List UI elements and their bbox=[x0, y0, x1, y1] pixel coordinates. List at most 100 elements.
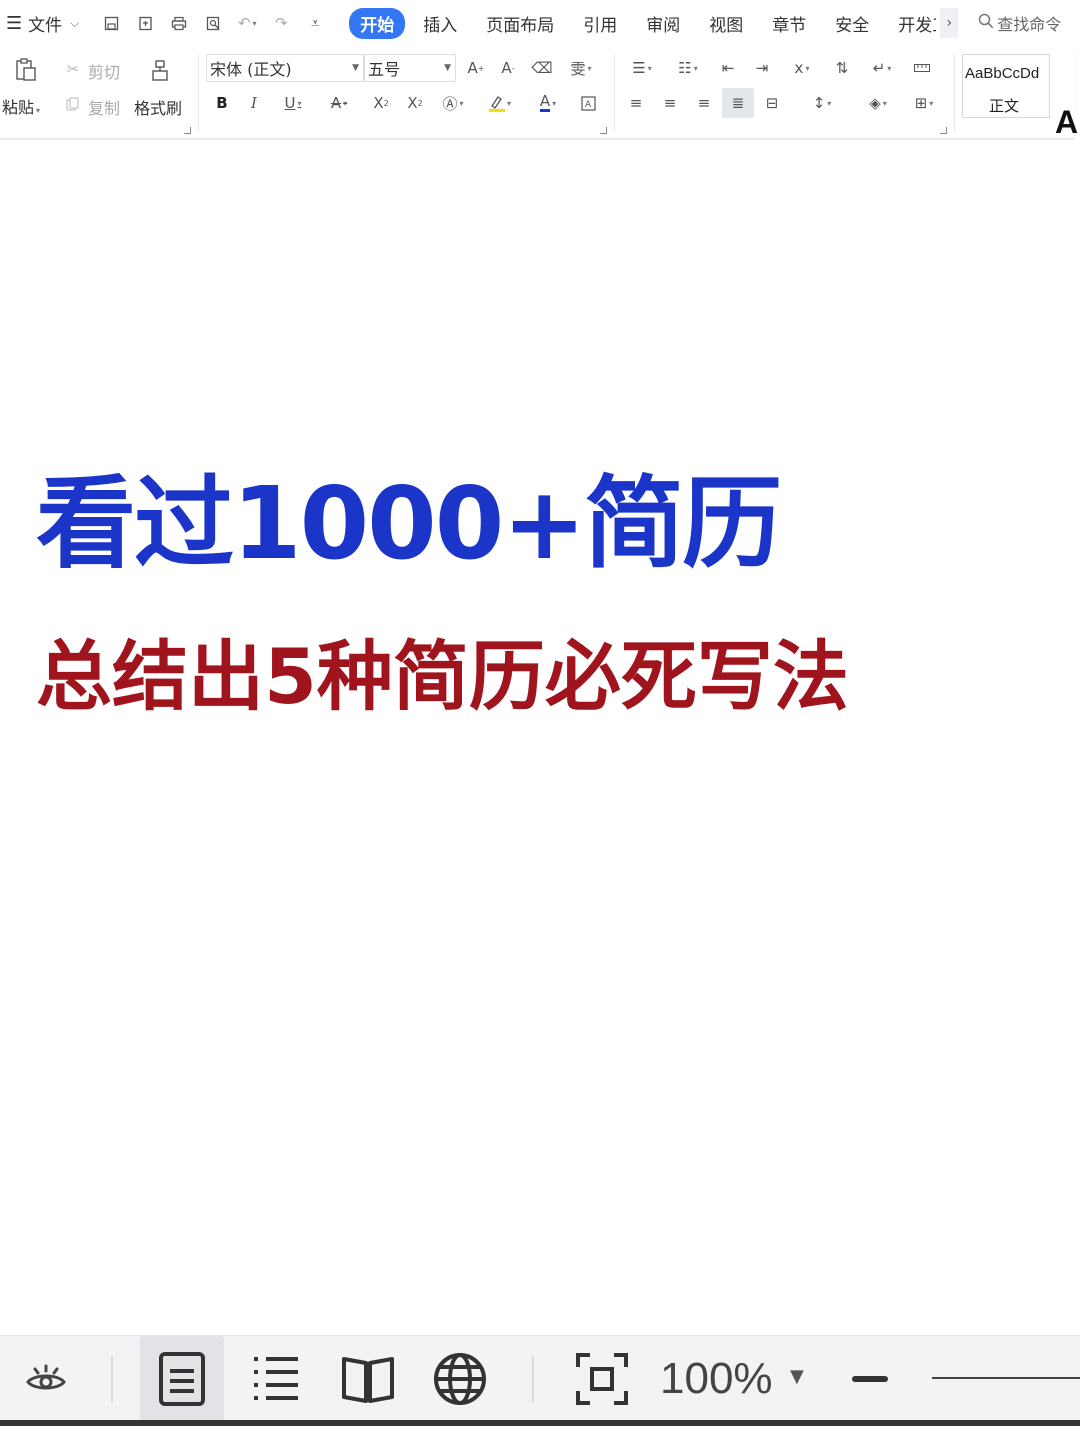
command-search-placeholder: 查找命令 bbox=[997, 15, 1062, 34]
customize-toolbar-icon[interactable]: ⩡ bbox=[303, 11, 327, 35]
zoom-out-icon[interactable] bbox=[852, 1376, 888, 1382]
highlight-icon[interactable]: ▾ bbox=[484, 92, 516, 114]
tab-review[interactable]: 审阅 bbox=[646, 11, 680, 36]
tab-insert[interactable]: 插入 bbox=[423, 11, 457, 36]
tab-references[interactable]: 引用 bbox=[583, 11, 617, 36]
document-page[interactable]: 看过1000+简历 总结出5种简历必死写法 bbox=[0, 140, 1080, 1330]
bold-icon[interactable]: B bbox=[212, 92, 232, 114]
chinese-layout-icon[interactable]: ⅹ ▾ bbox=[786, 58, 818, 78]
clipboard-group: 粘贴 ▾ ✂ 剪切 复制 格式刷 bbox=[0, 48, 196, 138]
style-sample: AaBbCcDd bbox=[965, 65, 1040, 82]
font-group: 宋体 (正文) ▼ 五号 ▼ A + A- ⌫ 雯 ▾ B I U ▾ A ▾ X2 X… bbox=[200, 48, 612, 138]
ribbon-tabs: 开始 插入 页面布局 引用 审阅 视图 章节 安全 开发工具 › bbox=[349, 7, 978, 39]
ribbon-separator bbox=[614, 54, 615, 132]
window-bottom-edge bbox=[0, 1420, 1080, 1426]
print-icon[interactable] bbox=[167, 11, 191, 35]
dropdown-arrow-icon: ▼ bbox=[352, 63, 359, 73]
scissors-icon: ✂ bbox=[66, 60, 80, 78]
more-tabs-chevron-icon[interactable]: › bbox=[940, 8, 959, 38]
zoom-level[interactable]: 100% bbox=[660, 1354, 773, 1404]
redo-icon[interactable]: ↷ bbox=[269, 11, 293, 35]
dropdown-arrow-icon: ▼ bbox=[444, 63, 451, 73]
quick-access-toolbar: ↶ ▾ ↷ ⩡ bbox=[99, 11, 337, 35]
zoom-dropdown-icon[interactable]: ▼ bbox=[790, 1366, 804, 1387]
char-border-icon[interactable]: A bbox=[578, 92, 598, 114]
eye-protection-icon[interactable] bbox=[20, 1336, 72, 1421]
zoom-slider[interactable] bbox=[932, 1377, 1080, 1379]
grow-font-icon[interactable]: A + bbox=[466, 58, 486, 78]
paragraph-group-launcher[interactable] bbox=[940, 127, 947, 134]
superscript-icon[interactable]: X2 bbox=[370, 92, 392, 114]
undo-icon[interactable]: ↶ ▾ bbox=[235, 11, 259, 35]
outline-view-icon[interactable] bbox=[244, 1336, 308, 1421]
font-group-launcher[interactable] bbox=[600, 127, 607, 134]
command-search[interactable]: 查找命令 bbox=[978, 11, 1061, 35]
tab-security[interactable]: 安全 bbox=[835, 11, 869, 36]
file-menu-label: 文件 bbox=[28, 15, 63, 36]
svg-text:A: A bbox=[585, 100, 592, 110]
status-separator bbox=[111, 1356, 113, 1402]
borders-icon[interactable]: ⊞ ▾ bbox=[908, 92, 940, 114]
phonetic-guide-icon[interactable]: 雯 ▾ bbox=[566, 58, 596, 78]
tab-chapter[interactable]: 章节 bbox=[772, 11, 806, 36]
paste-button[interactable]: 粘贴 ▾ bbox=[2, 94, 40, 118]
font-size-value: 五号 bbox=[368, 60, 401, 79]
format-painter-button[interactable]: 格式刷 bbox=[134, 95, 182, 119]
chevron-down-icon: ⌵ bbox=[70, 15, 80, 30]
paragraph-group: ☰ ▾ ☷ ▾ ⇤ ⇥ ⅹ ▾ ⇅ ↵ ▾ ≡ ≡ ≡ ≣ ⊟ ↕ ▾ ◈ ▾ ⊞ ▾ bbox=[616, 48, 952, 138]
justify-icon[interactable]: ≣ bbox=[722, 88, 754, 118]
underline-icon[interactable]: U ▾ bbox=[278, 92, 308, 114]
web-view-icon[interactable] bbox=[428, 1336, 492, 1421]
clear-format-icon[interactable]: ⌫ bbox=[531, 58, 552, 78]
shading-icon[interactable]: ◈ ▾ bbox=[862, 92, 894, 114]
bullet-list-icon[interactable]: ☰ ▾ bbox=[626, 58, 658, 78]
italic-icon[interactable]: I bbox=[244, 92, 264, 114]
copy-button[interactable]: 复制 bbox=[88, 95, 120, 119]
align-center-icon[interactable]: ≡ bbox=[660, 92, 680, 114]
ruler-icon[interactable] bbox=[912, 58, 932, 78]
show-marks-icon[interactable]: ↵ ▾ bbox=[866, 58, 898, 78]
distributed-align-icon[interactable]: ⊟ bbox=[762, 92, 782, 114]
tab-page-layout[interactable]: 页面布局 bbox=[486, 11, 554, 36]
align-right-icon[interactable]: ≡ bbox=[694, 92, 714, 114]
font-size-select[interactable]: 五号 ▼ bbox=[364, 54, 456, 82]
reading-view-icon[interactable] bbox=[336, 1336, 400, 1421]
ribbon-separator bbox=[198, 54, 199, 132]
font-color-icon[interactable]: A ▾ bbox=[532, 92, 564, 114]
page-view-icon[interactable] bbox=[140, 1336, 224, 1421]
increase-indent-icon[interactable]: ⇥ bbox=[752, 58, 772, 78]
fit-page-icon[interactable] bbox=[570, 1336, 634, 1421]
subscript-icon[interactable]: X2 bbox=[404, 92, 426, 114]
format-painter-icon[interactable] bbox=[148, 58, 172, 84]
file-menu[interactable]: ☰ 文件 ⌵ bbox=[6, 11, 79, 36]
tab-view[interactable]: 视图 bbox=[709, 11, 743, 36]
search-icon bbox=[978, 13, 994, 33]
save-icon[interactable] bbox=[99, 11, 123, 35]
cut-button[interactable]: 剪切 bbox=[88, 59, 120, 83]
clipboard-group-launcher[interactable] bbox=[184, 127, 191, 134]
document-headline: 看过1000+简历 bbox=[36, 465, 782, 582]
document-subline: 总结出5种简历必死写法 bbox=[36, 632, 849, 721]
paste-icon[interactable] bbox=[12, 56, 40, 84]
shrink-font-icon[interactable]: A- bbox=[498, 58, 518, 78]
paste-label: 粘贴 bbox=[2, 98, 35, 117]
decrease-indent-icon[interactable]: ⇤ bbox=[718, 58, 738, 78]
align-left-icon[interactable]: ≡ bbox=[626, 92, 646, 114]
font-family-select[interactable]: 宋体 (正文) ▼ bbox=[206, 54, 364, 82]
ribbon: 粘贴 ▾ ✂ 剪切 复制 格式刷 宋体 (正文) ▼ 五号 ▼ A + A- ⌫ 雯… bbox=[0, 48, 1078, 140]
print-preview-icon[interactable] bbox=[201, 11, 225, 35]
sort-icon[interactable]: ⇅ bbox=[832, 58, 852, 78]
style-name: 正文 bbox=[989, 97, 1020, 115]
strikethrough-icon[interactable]: A ▾ bbox=[324, 92, 354, 114]
export-pdf-icon[interactable] bbox=[133, 11, 157, 35]
text-effect-icon[interactable]: Ⓐ ▾ bbox=[438, 92, 468, 114]
style-heading[interactable]: A bbox=[1055, 104, 1078, 141]
tab-developer[interactable]: 开发工具 bbox=[898, 11, 936, 36]
tab-start[interactable]: 开始 bbox=[349, 7, 406, 39]
menu-bar: ☰ 文件 ⌵ ↶ ▾ ↷ ⩡ 开始 插入 页面布局 引用 审阅 视图 章节 安全 … bbox=[0, 0, 1080, 46]
numbered-list-icon[interactable]: ☷ ▾ bbox=[672, 58, 704, 78]
style-normal[interactable]: AaBbCcDd 正文 bbox=[962, 54, 1050, 118]
status-separator bbox=[532, 1356, 534, 1402]
line-spacing-icon[interactable]: ↕ ▾ bbox=[806, 92, 838, 114]
status-bar: 100% ▼ bbox=[0, 1335, 1080, 1421]
